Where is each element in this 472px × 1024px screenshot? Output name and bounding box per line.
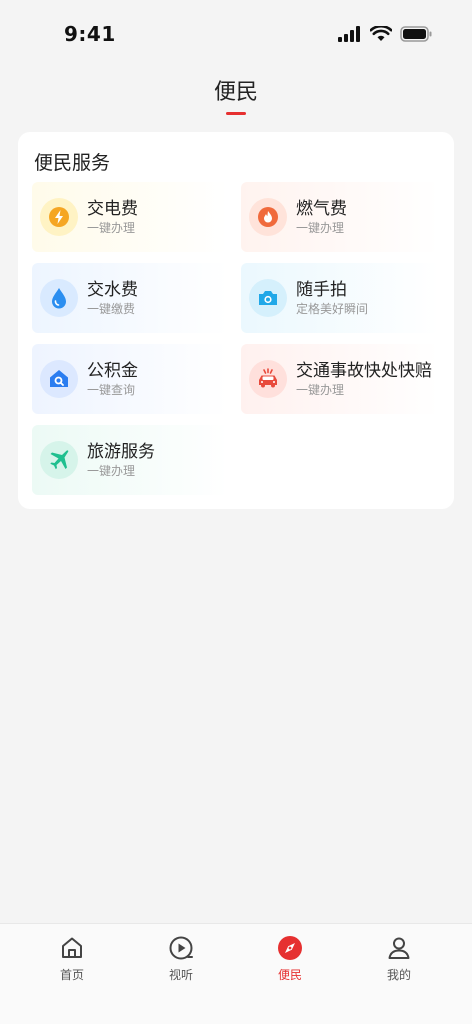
service-title: 交电费 [87,199,138,219]
header: 便民 [0,62,472,122]
tab-services[interactable]: 便民 [231,924,349,994]
service-subtitle: 一键办理 [296,383,345,397]
service-subtitle: 一键办理 [296,221,345,235]
status-time: 9:41 [64,22,116,46]
service-title: 随手拍 [296,280,347,300]
service-gas[interactable]: 燃气费 一键办理 [241,182,439,252]
service-title: 燃气费 [296,199,347,219]
airplane-icon [40,441,78,479]
services-card: 便民服务 交电费 一键办理 燃气费 一键办理 交水费 一键缴费 随手拍 定格美好… [18,132,454,509]
service-title: 旅游服务 [87,442,155,462]
service-travel[interactable]: 旅游服务 一键办理 [32,425,228,495]
status-icons [338,24,432,46]
tab-profile[interactable]: 我的 [340,924,458,994]
wifi-icon [369,24,393,46]
tab-label: 视听 [168,968,193,982]
tab-media[interactable]: 视听 [122,924,240,994]
camera-icon [249,279,287,317]
tab-label: 首页 [59,968,84,982]
play-icon [167,934,195,962]
service-subtitle: 定格美好瞬间 [296,302,369,316]
user-icon [385,934,413,962]
service-subtitle: 一键查询 [87,383,136,397]
service-subtitle: 一键办理 [87,221,136,235]
tab-label: 便民 [277,968,302,982]
signal-icon [338,26,362,46]
page-title: 便民 [213,80,258,105]
service-title: 交通事故快处快赔 [296,361,432,381]
service-subtitle: 一键办理 [87,464,136,478]
service-photo[interactable]: 随手拍 定格美好瞬间 [241,263,439,333]
service-water[interactable]: 交水费 一键缴费 [32,263,228,333]
service-electricity[interactable]: 交电费 一键办理 [32,182,228,252]
water-drop-icon [40,279,78,317]
title-underline [226,112,246,115]
status-bar: 9:41 [0,0,472,62]
section-title: 便民服务 [34,152,111,174]
bottom-tab-bar: 首页 视听 便民 我的 [0,923,472,1024]
battery-icon [400,26,432,46]
service-traffic-accident[interactable]: 交通事故快处快赔 一键办理 [241,344,439,414]
tab-label: 我的 [386,968,411,982]
house-search-icon [40,360,78,398]
service-title: 交水费 [87,280,138,300]
home-icon [58,934,86,962]
service-housing-fund[interactable]: 公积金 一键查询 [32,344,228,414]
flame-icon [249,198,287,236]
lightning-icon [40,198,78,236]
car-accident-icon [249,360,287,398]
tab-home[interactable]: 首页 [13,924,131,994]
compass-icon [276,934,304,962]
service-subtitle: 一键缴费 [87,302,136,316]
service-title: 公积金 [87,361,138,381]
